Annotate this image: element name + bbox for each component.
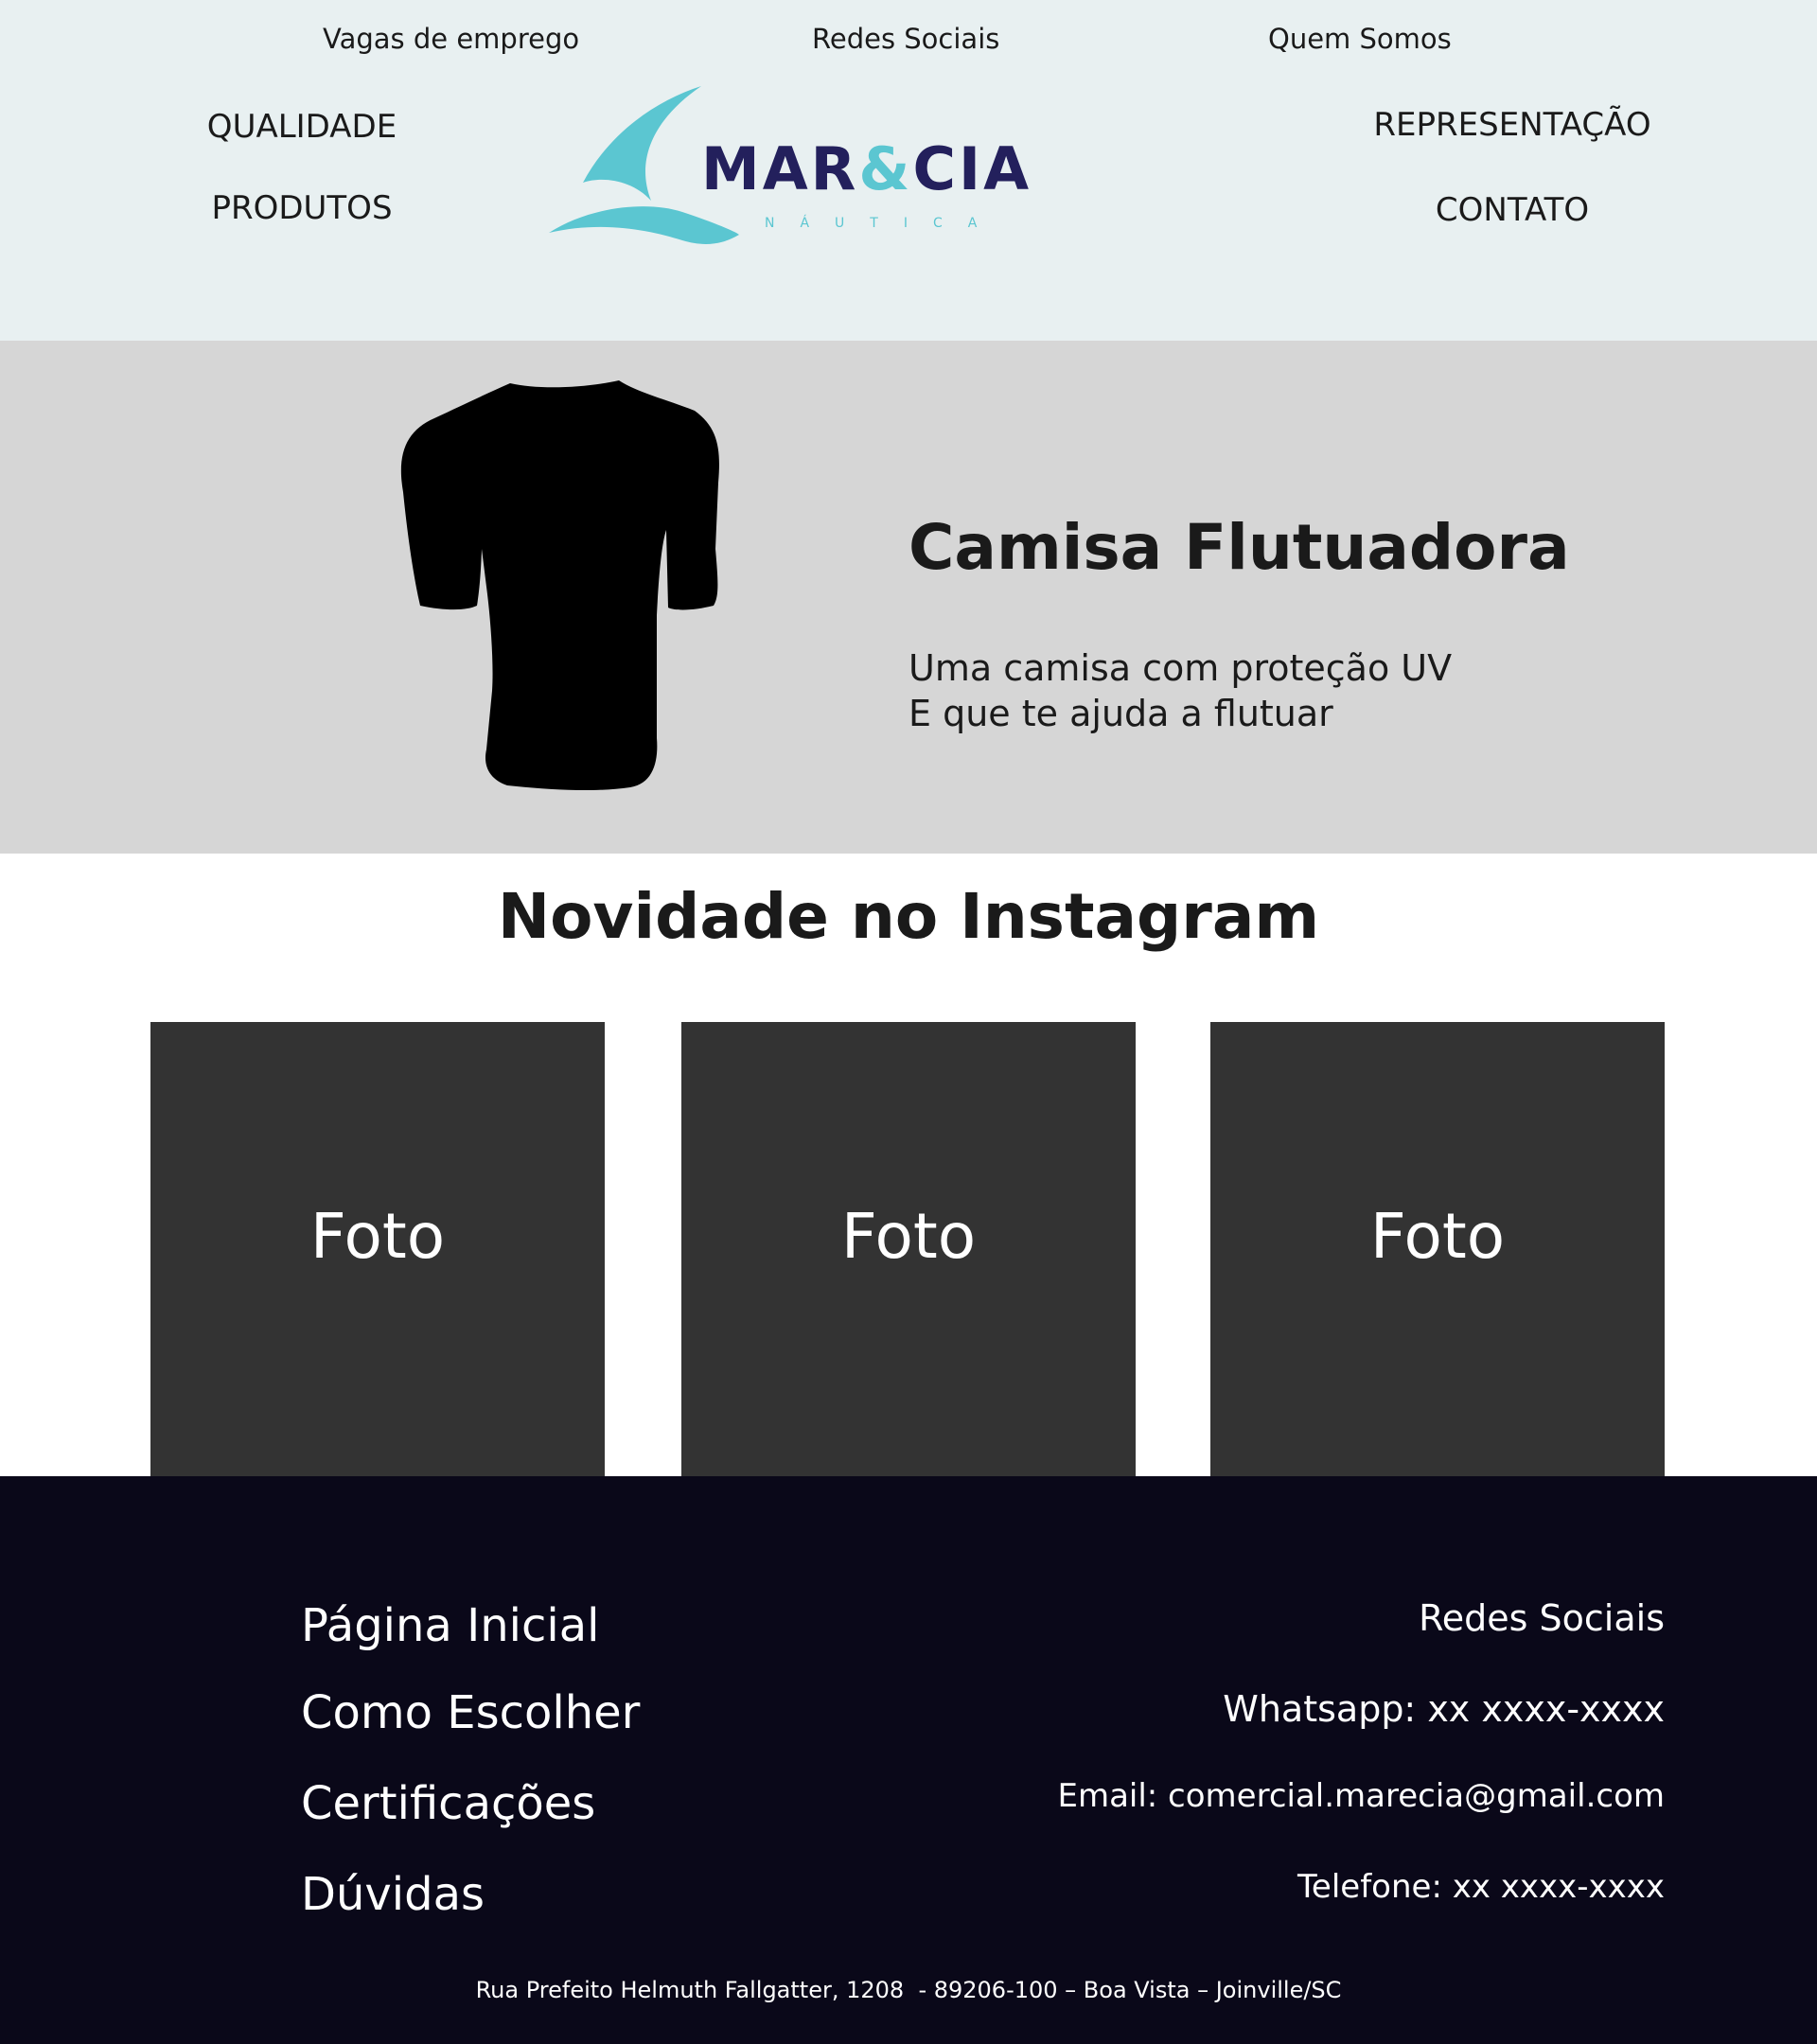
footer-whatsapp: Whatsapp: xx xxxx-xxxx	[1223, 1688, 1665, 1730]
header-wave	[0, 265, 1817, 310]
nav-representation[interactable]: REPRESENTAÇÃO	[1373, 106, 1650, 144]
instagram-section-title: Novidade no Instagram	[497, 880, 1320, 953]
hero-desc-line-1: Uma camisa com proteção UV	[908, 647, 1453, 689]
brand-logo[interactable]: MAR&CIA NÁUTICA	[545, 83, 1075, 249]
top-link-about[interactable]: Quem Somos	[1268, 23, 1452, 55]
footer-link-faq[interactable]: Dúvidas	[301, 1868, 485, 1921]
hero-desc-line-2: E que te ajuda a flutuar	[908, 693, 1333, 734]
page: Vagas de emprego Redes Sociais Quem Somo…	[0, 0, 1817, 2044]
footer-address: Rua Prefeito Helmuth Fallgatter, 1208 - …	[475, 1977, 1342, 2003]
nav-quality[interactable]: QUALIDADE	[207, 108, 397, 146]
photo-placeholder-label: Foto	[840, 1200, 977, 1273]
footer-email[interactable]: Email: comercial.marecia@gmail.com	[1057, 1777, 1665, 1815]
nav-products[interactable]: PRODUTOS	[211, 189, 392, 227]
nav-contact[interactable]: CONTATO	[1436, 191, 1589, 229]
logo-wordmark: MAR&CIA	[701, 134, 1032, 203]
top-link-jobs[interactable]: Vagas de emprego	[323, 23, 579, 55]
instagram-photo[interactable]: Foto	[150, 1022, 605, 1476]
photo-placeholder-label: Foto	[1369, 1200, 1506, 1273]
logo-subtitle: NÁUTICA	[765, 216, 1003, 231]
footer-phone: Telefone: xx xxxx-xxxx	[1297, 1868, 1665, 1906]
footer-link-certifications[interactable]: Certificações	[301, 1777, 595, 1830]
photo-placeholder-label: Foto	[309, 1200, 446, 1273]
site-footer	[0, 1476, 1817, 2044]
hero-title: Camisa Flutuadora	[908, 511, 1570, 584]
footer-social-link[interactable]: Redes Sociais	[1419, 1597, 1665, 1639]
footer-link-home[interactable]: Página Inicial	[301, 1599, 600, 1652]
instagram-photo[interactable]: Foto	[1210, 1022, 1665, 1476]
instagram-photo[interactable]: Foto	[681, 1022, 1136, 1476]
hero-description: Uma camisa com proteção UV E que te ajud…	[908, 645, 1452, 736]
footer-link-how-to-choose[interactable]: Como Escolher	[301, 1686, 640, 1739]
shirt-image	[400, 380, 719, 790]
top-link-social[interactable]: Redes Sociais	[812, 23, 999, 55]
